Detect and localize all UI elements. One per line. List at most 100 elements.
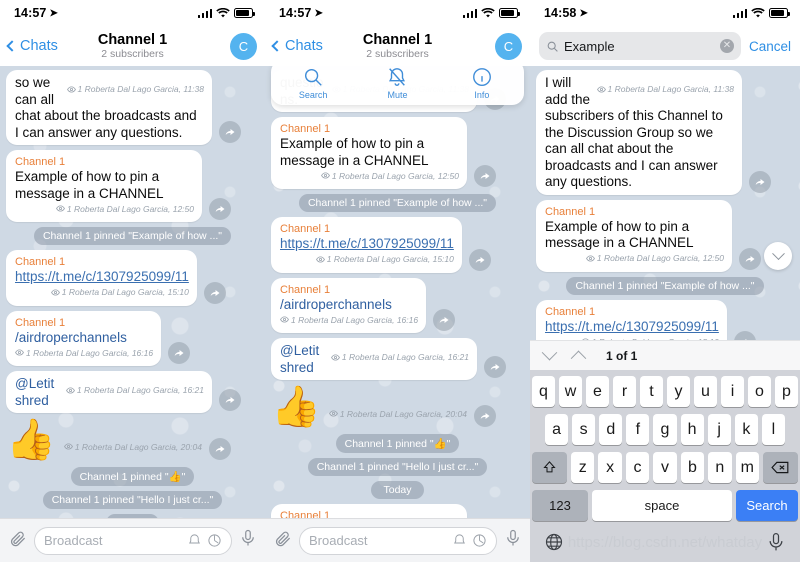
watermark: https://blog.csdn.net/whatday (567, 534, 763, 551)
message-bubble[interactable]: Channel 1https://t.me/c/1307925099/111 R… (271, 217, 462, 273)
key-r[interactable]: r (613, 376, 636, 407)
shift-icon[interactable] (532, 452, 567, 483)
key-v[interactable]: v (653, 452, 677, 483)
context-menu-item-info[interactable]: Info (440, 66, 524, 100)
message-meta: 1 Roberta Dal Lago Garcia, 15:10 (50, 287, 189, 297)
forward-button[interactable] (484, 356, 506, 378)
key-d[interactable]: d (599, 414, 623, 445)
message-bubble[interactable]: 1 Roberta Dal Lago Garcia, 16:21 @Letitsh… (271, 338, 477, 380)
message-meta-text: 1 Roberta Dal Lago Garcia, 20:04 (74, 441, 202, 452)
clear-icon[interactable]: ✕ (719, 39, 734, 53)
status-time: 14:57 ➤ (279, 6, 323, 20)
key-y[interactable]: y (667, 376, 690, 407)
key-w[interactable]: w (559, 376, 582, 407)
message-bubble[interactable]: 1 Roberta Dal Lago Garcia, 11:38 so we ca… (6, 70, 212, 145)
sticker-emoji[interactable]: 👍 (6, 418, 56, 462)
chevron-up-icon[interactable] (570, 350, 587, 367)
paperclip-icon[interactable] (273, 529, 292, 553)
key-g[interactable]: g (653, 414, 677, 445)
context-menu-label: Info (474, 90, 490, 100)
forward-arrow-icon (745, 255, 755, 262)
broadcast-placeholder: Broadcast (44, 533, 103, 548)
key-f[interactable]: f (626, 414, 650, 445)
microphone-icon[interactable] (239, 529, 257, 552)
message-meta-wrap: 1 Roberta Dal Lago Garcia, 15:10 (280, 251, 454, 269)
key-x[interactable]: x (598, 452, 622, 483)
back-to-chats-button[interactable]: Chats (271, 38, 323, 54)
message-bubble[interactable]: Channel 1 Example of how to pin a message… (6, 150, 202, 222)
key-q[interactable]: q (532, 376, 555, 407)
bell-icon[interactable] (452, 533, 467, 548)
scroll-to-bottom-button[interactable] (764, 242, 792, 270)
key-b[interactable]: b (680, 452, 705, 483)
message-bubble[interactable]: 1 Roberta Dal Lago Garcia, 11:38 I will a… (536, 70, 742, 195)
forward-button[interactable] (203, 281, 226, 304)
status-time: 14:58 ➤ (544, 6, 588, 20)
search-input[interactable]: Example ✕ (539, 32, 741, 60)
message-bubble[interactable]: Channel 1 Example of how to pin a message… (536, 199, 732, 272)
key-e[interactable]: e (586, 376, 609, 407)
key-s[interactable]: s (572, 414, 596, 445)
chat-scroll-area[interactable]: 1 Roberta Dal Lago Garcia, 11:38 so we ca… (0, 66, 265, 562)
forward-button[interactable] (468, 248, 491, 271)
forward-button[interactable] (209, 198, 231, 220)
backspace-icon[interactable] (763, 452, 798, 483)
avatar[interactable]: C (495, 32, 522, 60)
message-bubble[interactable]: Channel 1https://t.me/c/1307925099/111 R… (6, 250, 197, 306)
date-separator: Today (371, 481, 424, 499)
sticker-emoji[interactable]: 👍 (271, 385, 321, 429)
context-menu-item-mute[interactable]: Mute (355, 66, 439, 100)
key-t[interactable]: t (640, 376, 663, 407)
forward-button[interactable] (474, 165, 496, 187)
key-z[interactable]: z (571, 452, 595, 483)
message-meta-text: 1 Roberta Dal Lago Garcia, 16:21 (76, 385, 204, 395)
key-l[interactable]: l (761, 414, 785, 445)
context-menu-label: Mute (387, 90, 408, 100)
forward-button[interactable] (219, 121, 241, 143)
message-row: Channel 1 Example of how to pin a message… (265, 117, 530, 189)
message-bubble[interactable]: Channel 1/airdroperchannels 1 Roberta Dal… (6, 310, 162, 366)
key-a[interactable]: a (545, 414, 569, 445)
microphone-icon[interactable] (766, 532, 786, 557)
forward-button[interactable] (219, 389, 241, 411)
bell-icon[interactable] (187, 533, 202, 548)
key-k[interactable]: k (734, 414, 758, 445)
forward-button[interactable] (749, 170, 771, 193)
globe-icon[interactable] (544, 532, 564, 557)
chat-scroll-area[interactable]: 1 Roberta Dal Lago Garcia, 11:38question… (265, 66, 530, 562)
message-bubble[interactable]: 1 Roberta Dal Lago Garcia, 16:21 @Letitsh… (6, 371, 212, 413)
forward-button[interactable] (473, 405, 496, 427)
paperclip-icon[interactable] (8, 529, 27, 553)
forward-button[interactable] (168, 342, 191, 364)
broadcast-input[interactable]: Broadcast (34, 526, 232, 555)
key-o[interactable]: o (748, 376, 771, 407)
search-key[interactable]: Search (736, 490, 798, 521)
numbers-key[interactable]: 123 (532, 490, 588, 521)
key-i[interactable]: i (721, 376, 744, 407)
signal-icon (462, 8, 477, 18)
chevron-down-icon[interactable] (541, 344, 558, 361)
key-u[interactable]: u (694, 376, 717, 407)
key-p[interactable]: p (775, 376, 798, 407)
back-to-chats-button[interactable]: Chats (6, 38, 58, 54)
context-menu-item-search[interactable]: Search (271, 66, 355, 100)
broadcast-input[interactable]: Broadcast (299, 526, 497, 555)
cancel-button[interactable]: Cancel (749, 39, 791, 54)
key-m[interactable]: m (735, 452, 759, 483)
forward-button[interactable] (433, 309, 456, 331)
message-bubble[interactable]: Channel 1/airdroperchannels 1 Roberta Dal… (271, 277, 427, 333)
battery-icon (499, 8, 520, 18)
timer-icon[interactable] (472, 533, 487, 548)
forward-arrow-icon (225, 129, 235, 135)
timer-icon[interactable] (207, 533, 222, 548)
key-h[interactable]: h (680, 414, 704, 445)
forward-button[interactable] (208, 438, 231, 460)
key-j[interactable]: j (707, 414, 731, 445)
space-key[interactable]: space (592, 490, 732, 521)
forward-button[interactable] (739, 247, 761, 270)
avatar[interactable]: C (230, 32, 257, 60)
key-n[interactable]: n (708, 452, 732, 483)
key-c[interactable]: c (625, 452, 650, 483)
microphone-icon[interactable] (504, 529, 522, 552)
message-bubble[interactable]: Channel 1 Example of how to pin a message… (271, 117, 467, 189)
